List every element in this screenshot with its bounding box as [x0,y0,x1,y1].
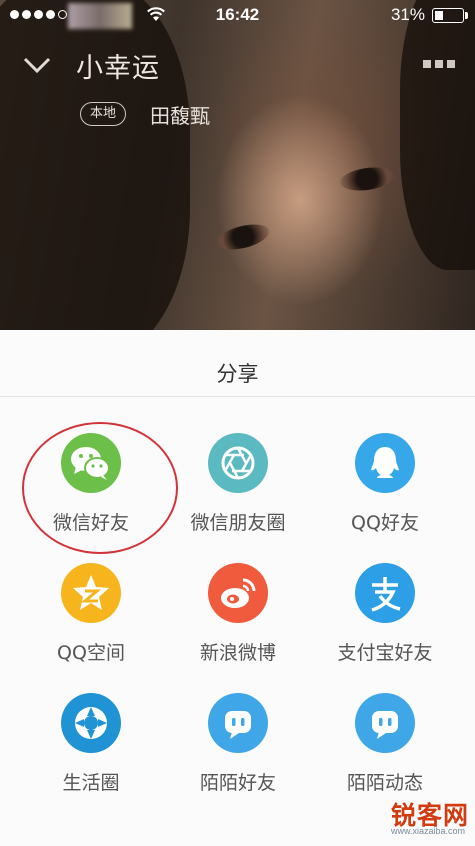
share-momo-feed-button[interactable]: 陌陌动态 [306,693,464,813]
share-life-circle-button[interactable]: 生活圈 [12,693,170,813]
weibo-icon [208,563,268,623]
song-title: 小幸运 [76,53,160,84]
share-sheet: 分享 微信好友 微信朋友圈 QQ好友 QQ空间 新浪微博 支付宝好友 生活圈 陌… [0,330,475,846]
divider [0,396,475,397]
local-badge: 本地 [80,102,127,126]
share-label: QQ好友 [351,512,419,534]
share-qzone-button[interactable]: QQ空间 [12,563,170,683]
artist-name[interactable]: 田馥甄 [150,100,210,129]
life-circle-icon [61,693,121,753]
momo-icon [208,693,268,753]
wechat-moments-icon [208,433,268,493]
share-alipay-friend-button[interactable]: 支付宝好友 [306,563,464,683]
share-weibo-button[interactable]: 新浪微博 [159,563,317,683]
share-label: 陌陌动态 [346,772,423,794]
share-label: QQ空间 [57,642,125,664]
qq-icon [355,433,415,493]
battery-percent: 31% [390,5,425,24]
qzone-icon [61,563,121,623]
share-label: 生活圈 [62,772,120,794]
momo-feed-icon [355,693,415,753]
share-label: 新浪微博 [199,642,276,664]
more-options-icon[interactable] [423,60,455,68]
alipay-icon [355,563,415,623]
share-qq-friend-button[interactable]: QQ好友 [306,433,464,553]
share-label: 陌陌好友 [199,772,276,794]
status-bar: 16:42 31% [0,0,475,30]
site-watermark: 锐客网 www.xiazaiba.com [351,796,469,838]
share-sheet-title: 分享 [216,362,259,386]
chevron-down-icon[interactable] [22,54,52,76]
player-header: 小幸运 本地 田馥甄 [0,40,475,140]
share-label: 微信朋友圈 [190,512,286,534]
watermark-url: www.xiazaiba.com [390,826,465,836]
highlight-circle-annotation [22,422,178,554]
share-label: 支付宝好友 [337,642,433,664]
share-momo-friend-button[interactable]: 陌陌好友 [159,693,317,813]
share-wechat-moments-button[interactable]: 微信朋友圈 [159,433,317,553]
battery-icon [432,8,468,23]
